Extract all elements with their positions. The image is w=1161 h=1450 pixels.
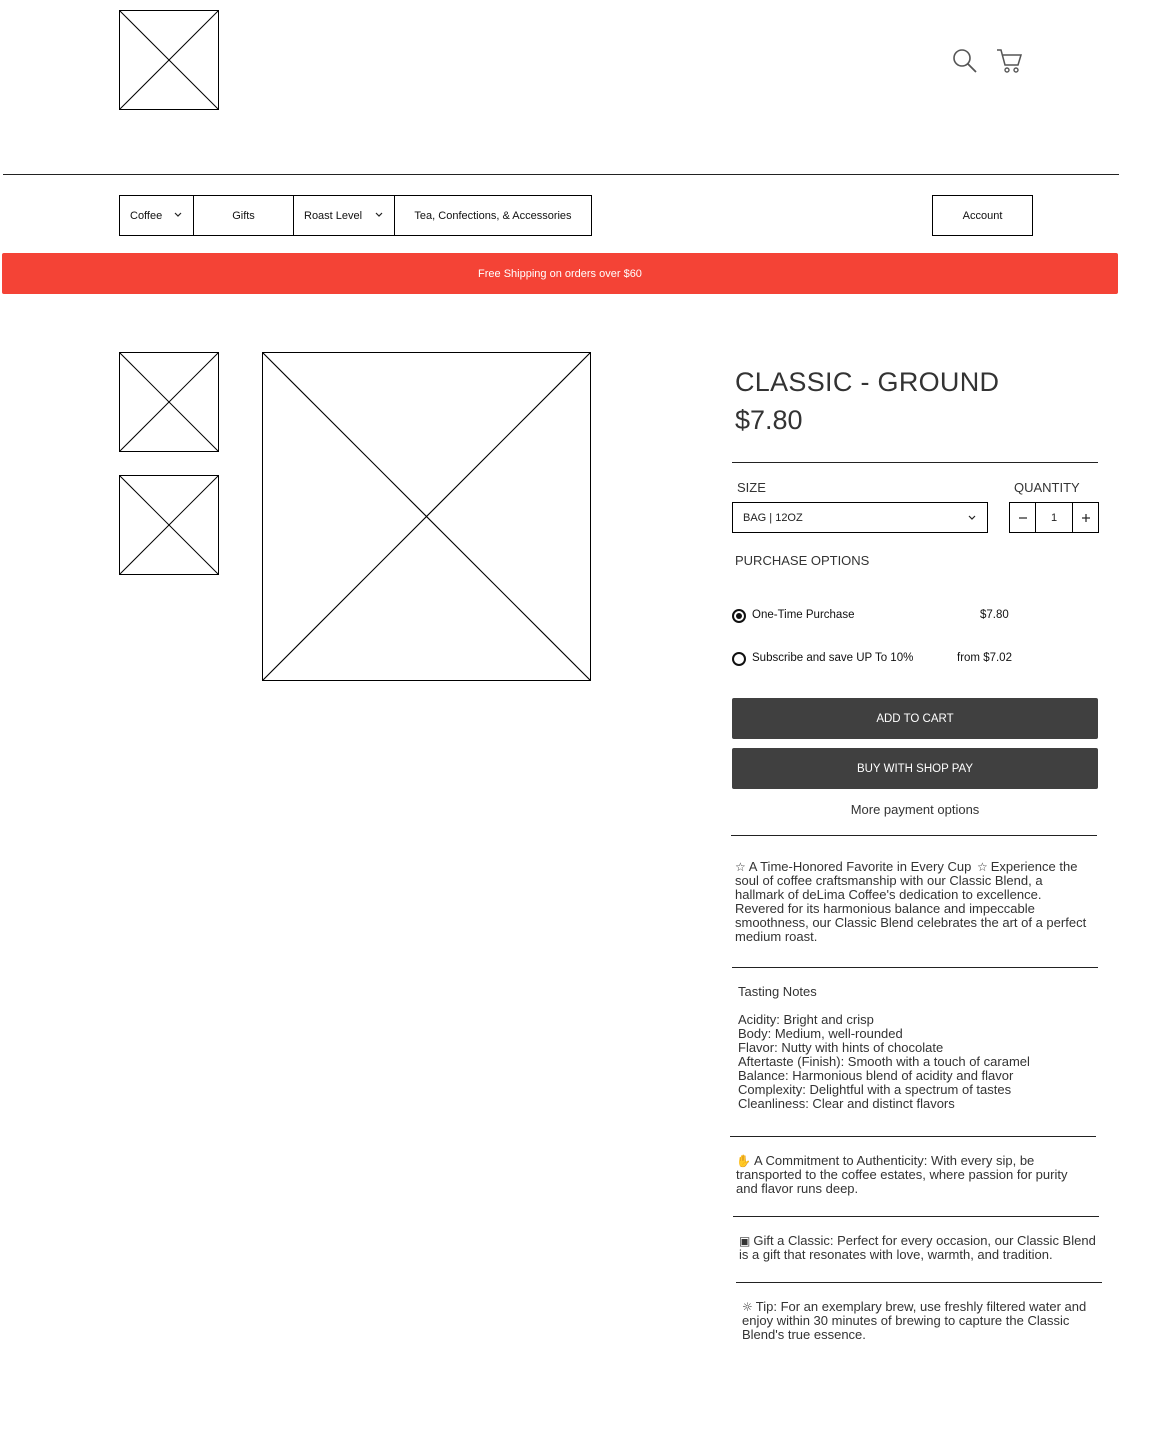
chevron-down-icon <box>174 212 182 217</box>
subscribe-label: Subscribe and save UP To 10% <box>752 652 914 664</box>
image-placeholder-icon <box>263 353 590 680</box>
nav-item-tea-confections-accessories[interactable]: Tea, Confections, & Accessories <box>395 196 591 235</box>
account-button[interactable]: Account <box>932 195 1033 236</box>
product-main-image[interactable] <box>262 352 591 681</box>
cart-icon[interactable] <box>996 47 1023 74</box>
plus-icon <box>1081 513 1090 522</box>
star-icon: ☆ <box>735 860 746 874</box>
nav-item-label: Gifts <box>232 209 255 222</box>
subscribe-radio[interactable] <box>732 652 746 666</box>
search-icon[interactable] <box>952 48 978 74</box>
image-placeholder-icon <box>120 353 218 451</box>
buy-with-shop-pay-button[interactable]: BUY WITH SHOP PAY <box>732 748 1098 789</box>
lightbulb-icon: ☼ <box>742 1300 753 1314</box>
quantity-stepper: 1 <box>1009 502 1099 533</box>
image-placeholder-icon <box>120 476 218 574</box>
gift-note: ▣ Gift a Classic: Perfect for every occas… <box>739 1234 1101 1262</box>
tip-text: Blend's true essence. <box>742 1327 866 1342</box>
tip-text: enjoy within 30 minutes of brewing to ca… <box>742 1313 1070 1328</box>
nav-item-label: Tea, Confections, & Accessories <box>414 209 572 222</box>
intro-text: soul of coffee craftsmanship with our Cl… <box>735 873 1043 888</box>
authenticity-text: transported to the coffee estates, where… <box>736 1167 1068 1182</box>
intro-heading: A Time-Honored Favorite in Every Cup <box>748 859 972 874</box>
product-price: $7.80 <box>735 405 803 435</box>
tasting-note: Body: Medium, well-rounded <box>738 1026 903 1041</box>
tasting-note: Acidity: Bright and crisp <box>738 1012 874 1027</box>
gift-text: is a gift that resonates with love, warm… <box>739 1247 1053 1262</box>
size-select[interactable]: BAG | 12OZ <box>732 502 988 533</box>
increment-button[interactable] <box>1073 503 1098 532</box>
tasting-notes: Tasting Notes Acidity: Bright and crisp … <box>738 985 1098 1111</box>
decrement-button[interactable] <box>1010 503 1035 532</box>
tasting-notes-title: Tasting Notes <box>738 984 817 999</box>
one-time-purchase-radio[interactable] <box>732 609 746 623</box>
tasting-note: Aftertaste (Finish): Smooth with a touch… <box>738 1054 1030 1069</box>
add-to-cart-button[interactable]: ADD TO CART <box>732 698 1098 739</box>
intro-text: Revered for its harmonious balance and i… <box>735 901 1035 916</box>
tasting-note: Cleanliness: Clear and distinct flavors <box>738 1096 955 1111</box>
nav-item-label: Coffee <box>130 209 163 222</box>
chevron-down-icon <box>375 212 383 217</box>
main-nav: Coffee Gifts Roast Level Tea, Confection… <box>119 195 592 236</box>
divider <box>731 835 1097 836</box>
nav-item-roast-level[interactable]: Roast Level <box>294 196 395 235</box>
shipping-banner: Free Shipping on orders over $60 <box>2 253 1118 294</box>
tasting-note: Flavor: Nutty with hints of chocolate <box>738 1040 944 1055</box>
logo-image[interactable] <box>119 10 219 110</box>
product-thumbnail[interactable] <box>119 352 219 452</box>
gift-text: Gift a Classic: Perfect for every occasi… <box>753 1233 1096 1248</box>
one-time-purchase-label: One-Time Purchase <box>752 609 855 621</box>
product-intro: ☆ A Time-Honored Favorite in Every Cup ☆ E… <box>735 860 1097 944</box>
size-select-value: BAG | 12OZ <box>743 511 803 524</box>
divider <box>730 1136 1096 1137</box>
intro-text: hallmark of deLima Coffee's dedication t… <box>735 887 1042 902</box>
purchase-options-label: PURCHASE OPTIONS <box>735 553 870 568</box>
tasting-note: Balance: Harmonious blend of acidity and… <box>738 1068 1014 1083</box>
star-icon: ☆ <box>976 860 988 874</box>
subscribe-price: from $7.02 <box>957 652 1012 664</box>
nav-item-label: Roast Level <box>304 209 363 222</box>
nav-item-gifts[interactable]: Gifts <box>194 196 294 235</box>
product-thumbnail[interactable] <box>119 475 219 575</box>
handshake-icon: ✋ <box>736 1154 751 1168</box>
tasting-note: Complexity: Delightful with a spectrum o… <box>738 1082 1012 1097</box>
one-time-purchase-price: $7.80 <box>980 609 1009 621</box>
intro-text: smoothness, our Classic Blend celebrates… <box>735 915 1087 930</box>
divider <box>736 1282 1102 1283</box>
authenticity-text: A Commitment to Authenticity: With every… <box>753 1153 1035 1168</box>
intro-text: medium roast. <box>735 929 818 944</box>
image-placeholder-icon <box>120 11 218 109</box>
size-label: SIZE <box>737 480 766 495</box>
intro-text: Experience the <box>990 859 1078 874</box>
quantity-input[interactable]: 1 <box>1035 503 1073 532</box>
header-divider <box>3 174 1119 175</box>
chevron-down-icon <box>968 515 976 520</box>
divider <box>732 967 1098 968</box>
divider <box>732 462 1098 463</box>
nav-item-coffee[interactable]: Coffee <box>120 196 194 235</box>
gift-icon: ▣ <box>739 1234 751 1248</box>
authenticity-note: ✋ A Commitment to Authenticity: With ever… <box>736 1154 1098 1196</box>
authenticity-text: and flavor runs deep. <box>736 1181 859 1196</box>
divider <box>733 1216 1099 1217</box>
tip-text: Tip: For an exemplary brew, use freshly … <box>755 1299 1087 1314</box>
product-title: CLASSIC - GROUND <box>735 367 1000 397</box>
quantity-label: QUANTITY <box>1014 480 1080 495</box>
minus-icon <box>1018 516 1027 519</box>
tip-note: ☼ Tip: For an exemplary brew, use freshly… <box>742 1300 1104 1342</box>
more-payment-options-link[interactable]: More payment options <box>732 802 1098 817</box>
